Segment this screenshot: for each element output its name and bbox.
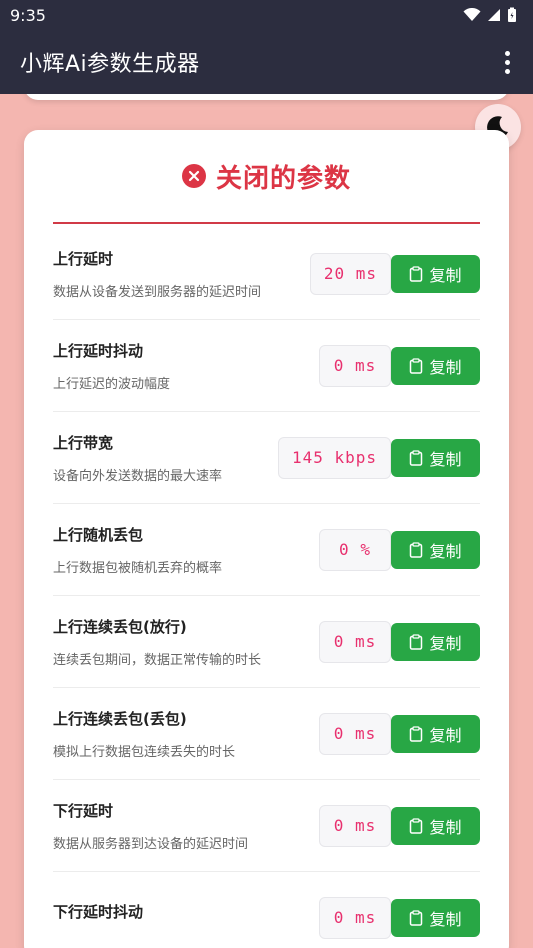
param-info: 上行延时抖动 上行延迟的波动幅度 [53, 340, 170, 392]
section-title: 关闭的参数 [215, 163, 351, 194]
more-options-icon[interactable] [495, 50, 519, 74]
param-description: 设备向外发送数据的最大速率 [53, 468, 223, 484]
param-controls: 20 ms 复制 [309, 252, 480, 295]
copy-button[interactable]: 复制 [391, 714, 480, 753]
param-info: 上行连续丢包(丢包) 模拟上行数据包连续丢失的时长 [53, 708, 235, 760]
param-controls: 0 ms 复制 [319, 620, 480, 663]
param-controls: 0 % 复制 [319, 528, 480, 571]
param-description: 连续丢包期间，数据正常传输的时长 [53, 652, 262, 668]
copy-button[interactable]: 复制 [391, 530, 480, 569]
param-info: 上行连续丢包(放行) 连续丢包期间，数据正常传输的时长 [53, 616, 261, 668]
param-value: 0 ms [319, 620, 391, 663]
param-description: 上行数据包被随机丢弃的概率 [53, 560, 223, 576]
param-name: 上行带宽 [53, 433, 114, 452]
param-description: 上行延迟的波动幅度 [53, 376, 171, 392]
clipboard-icon [410, 541, 423, 558]
copy-button[interactable]: 复制 [391, 254, 480, 293]
param-controls: 0 ms 复制 [319, 712, 480, 755]
copy-button[interactable]: 复制 [391, 346, 480, 385]
param-row: 上行延时抖动 上行延迟的波动幅度 0 ms 复制 [53, 320, 480, 412]
param-info: 下行延时 数据从服务器到达设备的延迟时间 [53, 800, 248, 852]
param-name: 上行连续丢包(放行) [53, 617, 187, 636]
copy-label: 复制 [429, 817, 462, 837]
battery-icon [508, 7, 516, 22]
param-description: 数据从设备发送到服务器的延迟时间 [53, 284, 262, 300]
clipboard-icon [410, 633, 423, 650]
copy-button[interactable]: 复制 [391, 622, 480, 661]
param-value: 0 ms [319, 344, 391, 387]
param-row: 下行延时抖动 0 ms 复制 [53, 872, 480, 948]
clipboard-icon [410, 817, 423, 834]
clipboard-icon [410, 265, 423, 282]
copy-button[interactable]: 复制 [391, 898, 480, 937]
param-value: 0 % [319, 528, 391, 571]
param-row: 下行延时 数据从服务器到达设备的延迟时间 0 ms 复制 [53, 780, 480, 872]
clipboard-icon [410, 725, 423, 742]
signal-icon [488, 9, 500, 21]
param-controls: 0 ms 复制 [319, 896, 480, 939]
copy-label: 复制 [429, 725, 462, 745]
param-row: 上行带宽 设备向外发送数据的最大速率 145 kbps 复制 [53, 412, 480, 504]
clipboard-icon [410, 449, 423, 466]
param-info: 上行随机丢包 上行数据包被随机丢弃的概率 [53, 524, 222, 576]
param-value: 145 kbps [277, 436, 391, 479]
clipboard-icon [410, 909, 423, 926]
param-description: 模拟上行数据包连续丢失的时长 [53, 744, 236, 760]
param-name: 上行连续丢包(丢包) [53, 709, 187, 728]
wifi-icon [463, 8, 481, 21]
param-row: 上行连续丢包(放行) 连续丢包期间，数据正常传输的时长 0 ms 复制 [53, 596, 480, 688]
status-icons [463, 7, 517, 23]
copy-label: 复制 [429, 633, 462, 653]
closed-params-card: 关闭的参数 上行延时 数据从设备发送到服务器的延迟时间 20 ms 复制 上行延… [24, 130, 509, 948]
copy-button[interactable]: 复制 [391, 806, 480, 845]
param-name: 上行随机丢包 [53, 525, 144, 544]
param-description: 数据从服务器到达设备的延迟时间 [53, 836, 249, 852]
param-name: 上行延时 [53, 249, 114, 268]
param-info: 上行延时 数据从设备发送到服务器的延迟时间 [53, 248, 261, 300]
param-info: 上行带宽 设备向外发送数据的最大速率 [53, 432, 222, 484]
copy-label: 复制 [429, 449, 462, 469]
previous-card-edge [24, 94, 509, 100]
copy-button[interactable]: 复制 [391, 438, 480, 477]
param-info: 下行延时抖动 [53, 901, 143, 934]
close-circle-icon [181, 164, 206, 188]
copy-label: 复制 [429, 357, 462, 377]
param-value: 0 ms [319, 896, 391, 939]
copy-label: 复制 [429, 909, 462, 929]
status-time: 9:35 [10, 5, 46, 25]
param-name: 下行延时 [53, 801, 114, 820]
param-value: 20 ms [309, 252, 391, 295]
app-bar: 小辉Ai参数生成器 [0, 30, 533, 94]
param-list: 上行延时 数据从设备发送到服务器的延迟时间 20 ms 复制 上行延时抖动 上行… [53, 228, 480, 948]
card-header: 关闭的参数 [53, 130, 480, 224]
status-bar: 9:35 [0, 0, 533, 30]
param-row: 上行连续丢包(丢包) 模拟上行数据包连续丢失的时长 0 ms 复制 [53, 688, 480, 780]
param-value: 0 ms [319, 804, 391, 847]
copy-label: 复制 [429, 541, 462, 561]
param-name: 下行延时抖动 [53, 903, 144, 921]
param-controls: 0 ms 复制 [319, 804, 480, 847]
param-value: 0 ms [319, 712, 391, 755]
param-name: 上行延时抖动 [53, 341, 144, 360]
param-row: 上行随机丢包 上行数据包被随机丢弃的概率 0 % 复制 [53, 504, 480, 596]
clipboard-icon [410, 357, 423, 374]
param-controls: 0 ms 复制 [319, 344, 480, 387]
param-row: 上行延时 数据从设备发送到服务器的延迟时间 20 ms 复制 [53, 228, 480, 320]
param-controls: 145 kbps 复制 [277, 436, 480, 479]
copy-label: 复制 [429, 265, 462, 285]
app-title: 小辉Ai参数生成器 [20, 52, 200, 77]
